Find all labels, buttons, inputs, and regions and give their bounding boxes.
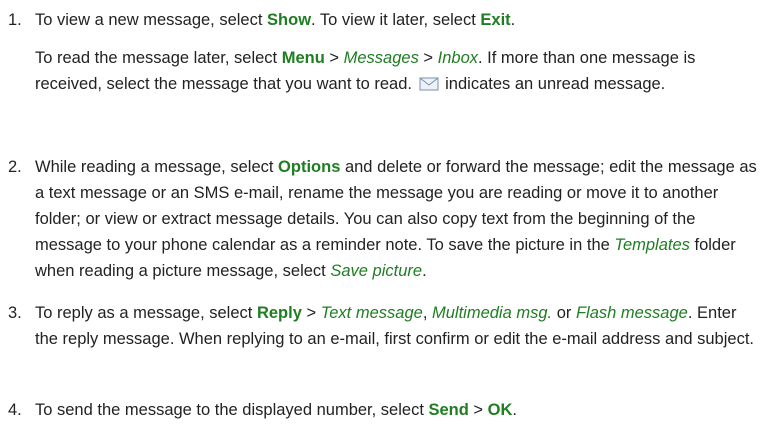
text-run: To view a new message, select <box>35 11 268 29</box>
keyword-ok: OK <box>487 401 513 419</box>
text-run: > <box>324 49 344 67</box>
text-run: . <box>510 11 516 29</box>
text-run: > <box>418 49 438 67</box>
text-run: To read the message later, select <box>35 49 282 67</box>
text-run: To reply as a message, select <box>35 304 257 322</box>
list-item-paragraph: To read the message later, select Menu >… <box>35 45 757 97</box>
keyword-inbox: Inbox <box>437 49 479 67</box>
keyword-save-picture: Save picture <box>330 262 423 280</box>
keyword-reply: Reply <box>256 304 302 322</box>
keyword-send: Send <box>428 401 469 419</box>
text-run: While reading a message, select <box>35 158 279 176</box>
list-item-text: To send the message to the displayed num… <box>35 397 757 423</box>
envelope-icon <box>419 77 439 91</box>
keyword-messages: Messages <box>343 49 419 67</box>
text-run: > <box>468 401 488 419</box>
list-number: 1. <box>8 11 22 29</box>
text-run: or <box>552 304 576 322</box>
keyword-flash-message: Flash message <box>575 304 688 322</box>
keyword-options: Options <box>278 158 341 176</box>
list-number: 2. <box>8 158 22 176</box>
list-item-text: While reading a message, select Options … <box>35 154 757 284</box>
list-number: 3. <box>8 304 22 322</box>
text-run: > <box>301 304 321 322</box>
keyword-exit: Exit <box>480 11 511 29</box>
text-run: . To view it later, select <box>311 11 481 29</box>
keyword-text-message: Text message <box>320 304 423 322</box>
text-run: . <box>512 401 517 419</box>
text-run: To send the message to the displayed num… <box>35 401 429 419</box>
text-run: , <box>422 304 432 322</box>
keyword-multimedia-msg: Multimedia msg. <box>431 304 553 322</box>
keyword-menu: Menu <box>281 49 325 67</box>
list-item-text: To view a new message, select Show. To v… <box>35 7 757 33</box>
keyword-show: Show <box>267 11 312 29</box>
keyword-templates: Templates <box>614 236 690 254</box>
text-run: indicates an unread message. <box>440 75 666 93</box>
list-item-text: To reply as a message, select Reply > Te… <box>35 300 757 352</box>
text-run: . <box>422 262 427 280</box>
list-number: 4. <box>8 401 22 419</box>
